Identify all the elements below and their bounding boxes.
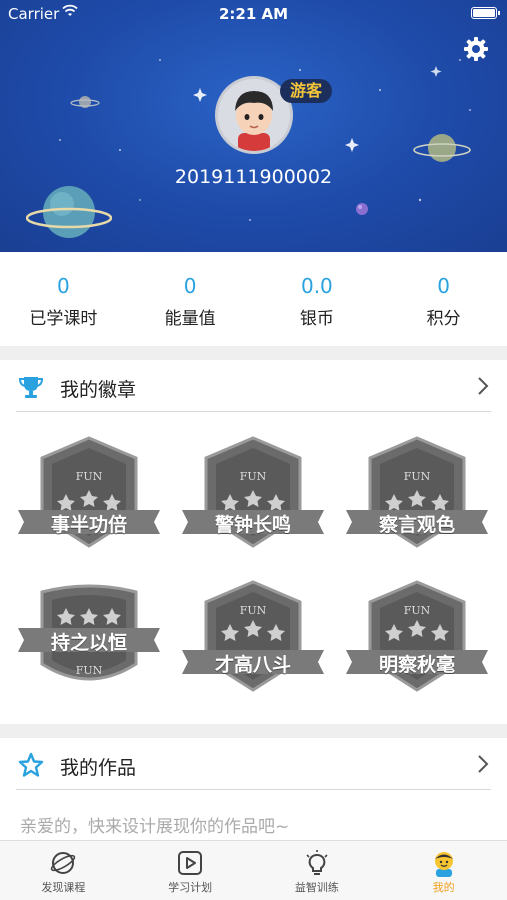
badge-shield-icon: FUN (346, 580, 488, 692)
tab-label: 益智训练 (294, 881, 339, 894)
stat-label: 积分 (426, 309, 461, 329)
stat-points[interactable]: 0 积分 (380, 252, 507, 346)
badge-item[interactable]: FUN 警钟长鸣 (178, 434, 328, 554)
badges-header[interactable]: 我的徽章 (16, 360, 491, 412)
badge-emblem: FUN (240, 604, 267, 617)
badge-emblem: FUN (240, 470, 267, 483)
stat-value: 0 (57, 274, 70, 298)
works-title: 我的作品 (60, 757, 137, 779)
compass-planet-icon (51, 852, 76, 874)
tab-mine[interactable]: 我的 (380, 841, 507, 900)
star-icon (18, 752, 44, 777)
badge-emblem: FUN (76, 664, 103, 677)
trophy-icon (18, 377, 44, 398)
stat-lessons[interactable]: 0 已学课时 (0, 252, 127, 346)
badge-item[interactable]: FUN 才高八斗 (178, 578, 328, 698)
tab-puzzle-training[interactable]: 益智训练 (254, 841, 381, 900)
chevron-right-icon[interactable] (477, 376, 489, 396)
works-section: 我的作品 亲爱的，快来设计展现你的作品吧~ (0, 738, 507, 840)
tab-label: 我的 (432, 881, 455, 894)
badge-name: 事半功倍 (50, 514, 127, 536)
badge-item[interactable]: FUN 事半功倍 (14, 434, 164, 554)
badge-name: 明察秋毫 (378, 654, 455, 676)
profile-header: Carrier 2:21 AM 游客 2019111900002 (0, 0, 507, 252)
play-square-icon (178, 851, 203, 875)
smiley-person-icon (434, 852, 453, 877)
guest-badge: 游客 (280, 79, 333, 103)
tab-label: 学习计划 (168, 881, 213, 894)
bulb-icon (306, 850, 328, 875)
tab-study-plan[interactable]: 学习计划 (127, 841, 254, 900)
badge-name: 才高八斗 (214, 654, 291, 676)
stat-value: 0 (183, 274, 197, 298)
badge-item[interactable]: FUN 持之以恒 (14, 578, 164, 698)
stat-label: 已学课时 (29, 309, 98, 329)
stat-value: 0 (437, 274, 450, 298)
badges-title: 我的徽章 (60, 379, 137, 401)
badge-emblem: FUN (76, 470, 103, 483)
badge-name: 察言观色 (378, 514, 455, 536)
badge-emblem: FUN (404, 604, 431, 617)
user-id: 2019111900002 (174, 166, 333, 188)
stat-label: 能量值 (164, 309, 216, 329)
badge-item[interactable]: FUN 明察秋毫 (342, 578, 492, 698)
stat-value: 0.0 (300, 274, 333, 298)
tab-bar: 发现课程 学习计划 益智训练 我的 (0, 840, 507, 900)
stat-energy[interactable]: 0 能量值 (127, 252, 254, 346)
works-empty-hint: 亲爱的，快来设计展现你的作品吧~ (20, 817, 290, 837)
tab-discover[interactable]: 发现课程 (0, 841, 127, 900)
badge-name: 警钟长鸣 (214, 514, 291, 536)
chevron-right-icon[interactable] (477, 754, 489, 774)
stat-label: 银币 (299, 309, 334, 329)
badge-name: 持之以恒 (50, 632, 127, 654)
badge-item[interactable]: FUN 察言观色 (342, 434, 492, 554)
badges-section: 我的徽章 FUN 事半功倍 FUN 警钟长鸣 FUN 察言观色 FUN 持之以恒… (0, 360, 507, 724)
badge-shield-icon: FUN (182, 580, 324, 692)
stat-silver[interactable]: 0.0 银币 (254, 252, 381, 346)
stats-bar: 0 已学课时 0 能量值 0.0 银币 0 积分 (0, 252, 507, 346)
tab-label: 发现课程 (41, 881, 86, 894)
works-header[interactable]: 我的作品 (16, 738, 491, 790)
badge-emblem: FUN (404, 470, 431, 483)
